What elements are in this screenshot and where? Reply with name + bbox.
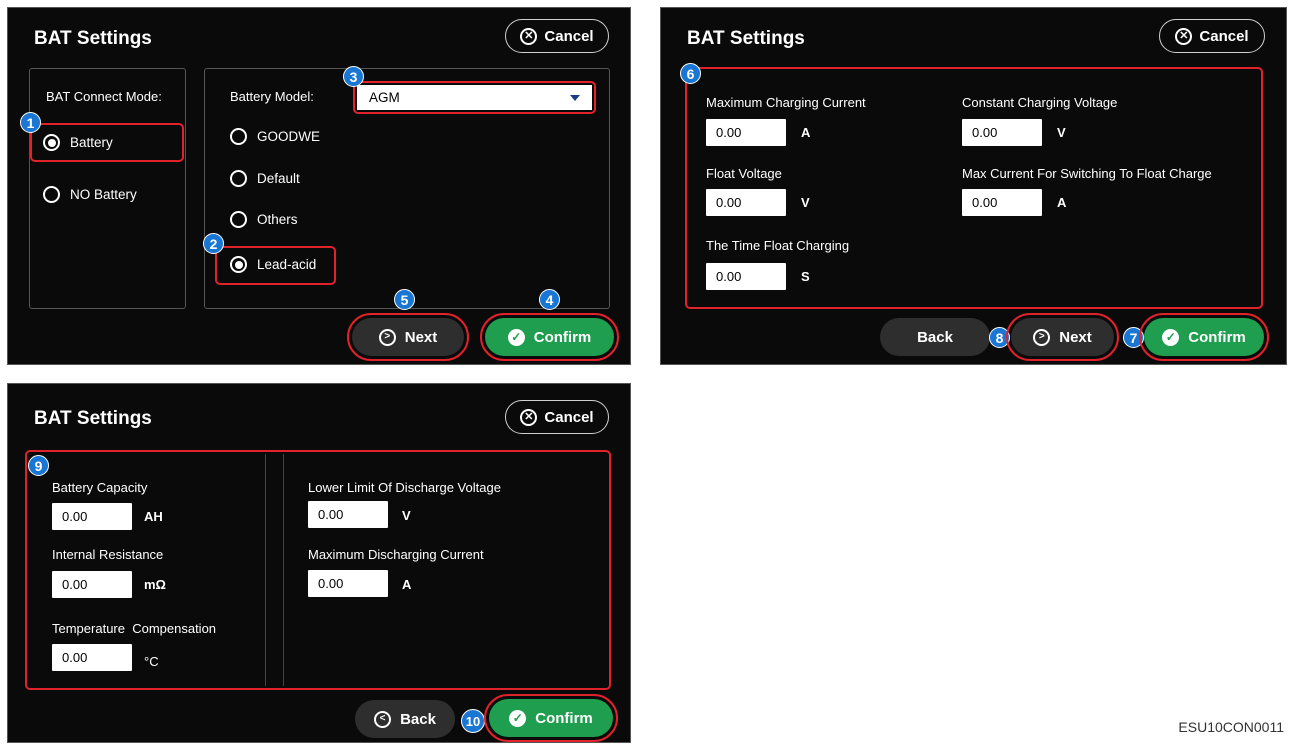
cancel-button[interactable]: ✕ Cancel xyxy=(505,19,609,53)
cancel-label: Cancel xyxy=(1199,27,1249,45)
unit: mΩ xyxy=(144,577,166,592)
max-charging-current-input[interactable]: 0.00 xyxy=(706,119,786,146)
divider xyxy=(283,454,284,686)
chevron-right-icon: > xyxy=(1033,328,1051,346)
confirm-label: Confirm xyxy=(1188,328,1246,346)
confirm-button[interactable]: ✓ Confirm xyxy=(489,699,613,737)
float-voltage-input[interactable]: 0.00 xyxy=(706,189,786,216)
radio-default-label: Default xyxy=(257,171,300,186)
radio-unselected-icon xyxy=(230,170,247,187)
check-icon: ✓ xyxy=(509,709,527,727)
unit: V xyxy=(1057,125,1066,140)
radio-no-battery-label: NO Battery xyxy=(70,187,137,202)
page-title: BAT Settings xyxy=(34,408,152,429)
field-label-max-discharging-current: Maximum Discharging Current xyxy=(308,547,484,562)
figure-code: ESU10CON0011 xyxy=(1178,719,1284,735)
max-discharging-current-input[interactable]: 0.00 xyxy=(308,570,388,597)
radio-others[interactable]: Others xyxy=(230,211,298,228)
field-label-float-voltage: Float Voltage xyxy=(706,166,782,181)
radio-battery[interactable]: Battery xyxy=(43,134,113,151)
radio-lead-acid-label: Lead-acid xyxy=(257,257,317,272)
confirm-button[interactable]: ✓ Confirm xyxy=(485,318,614,356)
step-marker-6: 6 xyxy=(680,63,701,84)
next-button[interactable]: > Next xyxy=(1011,318,1114,356)
battery-model-label: Battery Model: xyxy=(230,89,314,104)
step-marker-3: 3 xyxy=(343,66,364,87)
radio-default[interactable]: Default xyxy=(230,170,300,187)
back-label: Back xyxy=(917,328,953,346)
bat-settings-panel-3: BAT Settings ✕ Cancel 9 Battery Capacity… xyxy=(7,383,631,743)
step-marker-1: 1 xyxy=(20,112,41,133)
step-marker-2: 2 xyxy=(203,233,224,254)
unit: A xyxy=(801,125,811,140)
constant-charging-voltage-input[interactable]: 0.00 xyxy=(962,119,1042,146)
bat-settings-panel-2: BAT Settings ✕ Cancel 6 Maximum Charging… xyxy=(660,7,1287,365)
step-marker-10: 10 xyxy=(461,709,485,733)
back-button[interactable]: Back xyxy=(880,318,990,356)
connect-mode-label: BAT Connect Mode: xyxy=(46,89,162,104)
radio-battery-label: Battery xyxy=(70,135,113,150)
unit: A xyxy=(1057,195,1067,210)
battery-capacity-input[interactable]: 0.00 xyxy=(52,503,132,530)
back-label: Back xyxy=(400,710,436,728)
cancel-button[interactable]: ✕ Cancel xyxy=(1159,19,1265,53)
field-label-max-charging-current: Maximum Charging Current xyxy=(706,95,866,110)
max-current-float-input[interactable]: 0.00 xyxy=(962,189,1042,216)
time-float-charging-input[interactable]: 0.00 xyxy=(706,263,786,290)
check-icon: ✓ xyxy=(1162,328,1180,346)
check-icon: ✓ xyxy=(507,328,525,346)
cancel-label: Cancel xyxy=(544,408,594,426)
unit: °C xyxy=(144,654,159,669)
unit: AH xyxy=(144,509,163,524)
internal-resistance-input[interactable]: 0.00 xyxy=(52,571,132,598)
radio-goodwe-label: GOODWE xyxy=(257,129,320,144)
radio-selected-icon xyxy=(230,256,247,273)
cancel-button[interactable]: ✕ Cancel xyxy=(505,400,609,434)
page-title: BAT Settings xyxy=(34,28,152,49)
step-marker-9: 9 xyxy=(28,455,49,476)
temperature-compensation-input[interactable]: 0.00 xyxy=(52,644,132,671)
battery-model-value: AGM xyxy=(369,90,400,105)
page-title: BAT Settings xyxy=(687,28,805,49)
chevron-right-icon: > xyxy=(378,328,396,346)
close-icon: ✕ xyxy=(520,27,538,45)
unit: V xyxy=(402,508,411,523)
field-label-constant-charging-voltage: Constant Charging Voltage xyxy=(962,95,1118,110)
radio-lead-acid[interactable]: Lead-acid xyxy=(230,256,316,273)
chevron-left-icon: < xyxy=(374,710,392,728)
unit: V xyxy=(801,195,810,210)
field-label-battery-capacity: Battery Capacity xyxy=(52,480,148,495)
radio-goodwe[interactable]: GOODWE xyxy=(230,128,320,145)
confirm-button[interactable]: ✓ Confirm xyxy=(1144,318,1264,356)
divider xyxy=(265,454,266,686)
field-label-internal-resistance: Internal Resistance xyxy=(52,547,164,562)
battery-model-dropdown[interactable]: AGM xyxy=(357,85,592,110)
unit: A xyxy=(402,577,412,592)
field-label-lower-limit-discharge-voltage: Lower Limit Of Discharge Voltage xyxy=(308,480,501,495)
cancel-label: Cancel xyxy=(544,27,594,45)
radio-no-battery[interactable]: NO Battery xyxy=(43,186,137,203)
step-marker-4: 4 xyxy=(539,289,560,310)
confirm-label: Confirm xyxy=(535,709,593,727)
field-label-temperature-compensation: Temperature Compensation xyxy=(52,621,217,636)
bat-settings-panel-1: BAT Settings ✕ Cancel BAT Connect Mode: … xyxy=(7,7,631,365)
next-label: Next xyxy=(404,328,438,346)
unit: S xyxy=(801,269,810,284)
close-icon: ✕ xyxy=(520,408,538,426)
radio-selected-icon xyxy=(43,134,60,151)
field-label-time-float-charging: The Time Float Charging xyxy=(706,238,850,253)
confirm-label: Confirm xyxy=(533,328,592,346)
close-icon: ✕ xyxy=(1175,27,1193,45)
lower-limit-discharge-voltage-input[interactable]: 0.00 xyxy=(308,501,388,528)
back-button[interactable]: < Back xyxy=(355,700,455,738)
step-marker-5: 5 xyxy=(394,289,415,310)
radio-unselected-icon xyxy=(230,128,247,145)
next-button[interactable]: > Next xyxy=(352,318,464,356)
radio-others-label: Others xyxy=(257,212,298,227)
chevron-down-icon xyxy=(570,95,580,101)
field-label-max-current-float: Max Current For Switching To Float Charg… xyxy=(962,166,1212,181)
radio-unselected-icon xyxy=(43,186,60,203)
radio-unselected-icon xyxy=(230,211,247,228)
next-label: Next xyxy=(1059,328,1092,346)
